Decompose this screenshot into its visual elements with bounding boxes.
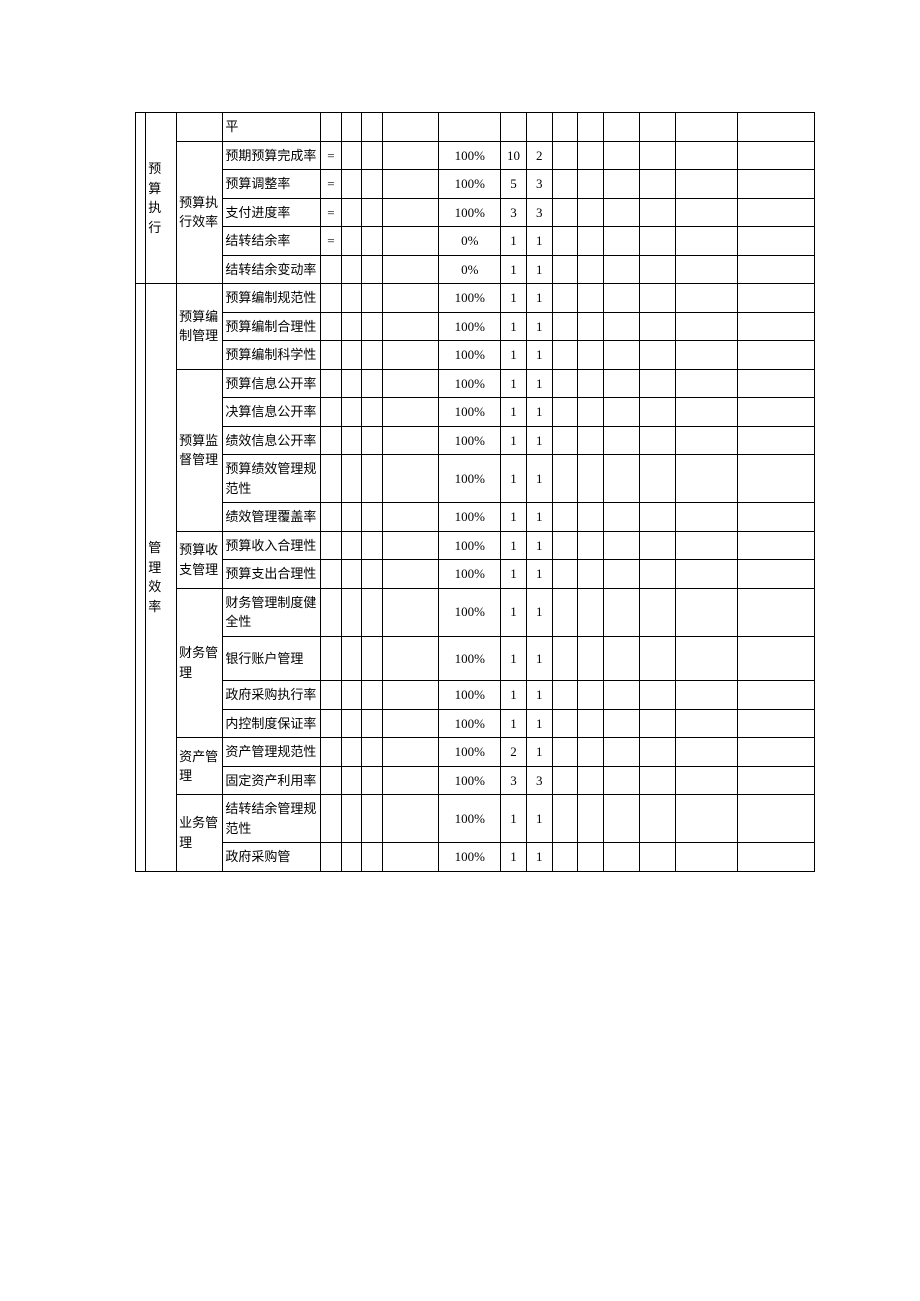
table-row: 银行账户管理 100% 1 1 <box>136 636 815 681</box>
table-row: 结转结余变动率 0% 1 1 <box>136 255 815 284</box>
indicator-name: 预算收入合理性 <box>223 531 321 560</box>
group-budget-exec: 预算执行 <box>146 113 177 284</box>
table-row: 预算执行 平 <box>136 113 815 142</box>
indicator-name: 预算调整率 <box>223 170 321 199</box>
table-row: 资产管理 资产管理规范性 100% 2 1 <box>136 738 815 767</box>
indicator-name: 政府采购管 <box>223 843 321 872</box>
indicator-name: 决算信息公开率 <box>223 398 321 427</box>
indicator-name: 结转结余变动率 <box>223 255 321 284</box>
table-row: 预算支出合理性 100% 1 1 <box>136 560 815 589</box>
table-row: 固定资产利用率 100% 3 3 <box>136 766 815 795</box>
indicator-name: 预算编制规范性 <box>223 284 321 313</box>
table-row: 决算信息公开率 100% 1 1 <box>136 398 815 427</box>
indicator-name: 预算信息公开率 <box>223 369 321 398</box>
indicator-name: 固定资产利用率 <box>223 766 321 795</box>
table-row: 预算监督管理 预算信息公开率 100% 1 1 <box>136 369 815 398</box>
indicator-name: 内控制度保证率 <box>223 709 321 738</box>
indicator-name: 银行账户管理 <box>223 636 321 681</box>
table-row: 绩效信息公开率 100% 1 1 <box>136 426 815 455</box>
subgroup-business: 业务管理 <box>177 795 223 872</box>
indicator-name: 绩效信息公开率 <box>223 426 321 455</box>
indicator-name: 预期预算完成率 <box>223 141 321 170</box>
table-row: 政府采购执行率 100% 1 1 <box>136 681 815 710</box>
indicator-name: 支付进度率 <box>223 198 321 227</box>
indicator-table: 预算执行 平 预算执行效率 预期预算完成率 = 100% 10 2 预算调整率 … <box>135 112 815 872</box>
indicator-name: 财务管理制度健全性 <box>223 588 321 636</box>
indicator-name: 预算支出合理性 <box>223 560 321 589</box>
subgroup-budget-io: 预算收支管理 <box>177 531 223 588</box>
indicator-name: 预算编制合理性 <box>223 312 321 341</box>
subgroup-asset: 资产管理 <box>177 738 223 795</box>
indicator-name: 绩效管理覆盖率 <box>223 503 321 532</box>
indicator-name: 结转结余管理规范性 <box>223 795 321 843</box>
subgroup-finance: 财务管理 <box>177 588 223 738</box>
table-row: 绩效管理覆盖率 100% 1 1 <box>136 503 815 532</box>
table-row: 结转结余率 = 0% 1 1 <box>136 227 815 256</box>
indicator-name: 平 <box>223 113 321 142</box>
subgroup-exec-eff: 预算执行效率 <box>177 141 223 284</box>
table-row: 预算编制科学性 100% 1 1 <box>136 341 815 370</box>
table-row: 预算绩效管理规范性 100% 1 1 <box>136 455 815 503</box>
indicator-name: 政府采购执行率 <box>223 681 321 710</box>
table-row: 业务管理 结转结余管理规范性 100% 1 1 <box>136 795 815 843</box>
table-row: 财务管理 财务管理制度健全性 100% 1 1 <box>136 588 815 636</box>
table-row: 预算调整率 = 100% 5 3 <box>136 170 815 199</box>
indicator-name: 预算编制科学性 <box>223 341 321 370</box>
table-row: 预算收支管理 预算收入合理性 100% 1 1 <box>136 531 815 560</box>
table-row: 管理效率 预算编制管理 预算编制规范性 100% 1 1 <box>136 284 815 313</box>
subgroup-budget-supervise: 预算监督管理 <box>177 369 223 531</box>
table-row: 支付进度率 = 100% 3 3 <box>136 198 815 227</box>
table-row: 内控制度保证率 100% 1 1 <box>136 709 815 738</box>
indicator-name: 预算绩效管理规范性 <box>223 455 321 503</box>
table-row: 预算执行效率 预期预算完成率 = 100% 10 2 <box>136 141 815 170</box>
table-row: 政府采购管 100% 1 1 <box>136 843 815 872</box>
indicator-name: 资产管理规范性 <box>223 738 321 767</box>
indicator-name: 结转结余率 <box>223 227 321 256</box>
group-mgmt-eff: 管理效率 <box>146 284 177 872</box>
table-row: 预算编制合理性 100% 1 1 <box>136 312 815 341</box>
subgroup-budget-edit: 预算编制管理 <box>177 284 223 370</box>
